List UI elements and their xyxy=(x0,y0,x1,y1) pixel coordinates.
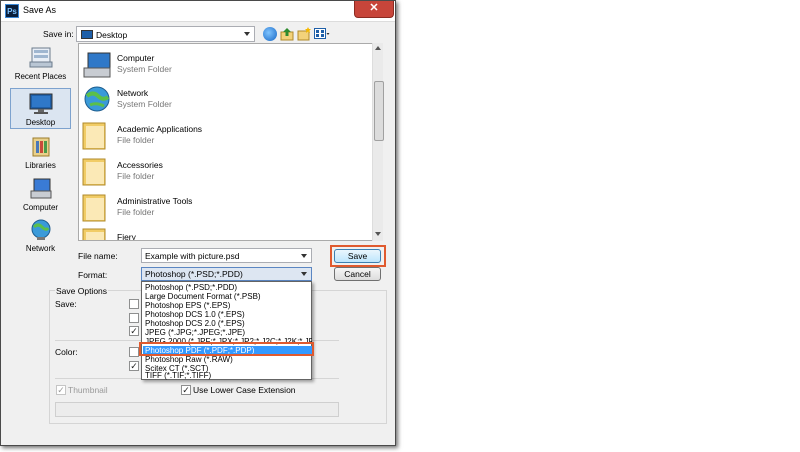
format-label: Format: xyxy=(78,270,108,280)
dialog-title: Save As xyxy=(23,5,57,15)
recent-places-icon xyxy=(29,47,52,68)
save-in-label: Save in: xyxy=(43,29,74,39)
thumbnail-checkbox[interactable]: ✓ xyxy=(56,385,66,395)
scroll-up-icon[interactable] xyxy=(375,46,381,50)
computer-icon xyxy=(30,178,51,199)
file-name-value: Example with picture.psd xyxy=(145,251,240,261)
up-folder-icon[interactable] xyxy=(280,27,294,41)
format-option[interactable]: Photoshop Raw (*.RAW) xyxy=(143,355,312,364)
save-as-dialog: Ps Save As ✕ Save in: Desktop Recent Pla… xyxy=(0,0,396,446)
color-option-checkbox[interactable] xyxy=(129,347,139,357)
save-options-heading: Save Options xyxy=(55,286,109,296)
list-item[interactable]: Accessories File folder xyxy=(82,154,372,188)
libraries-icon xyxy=(32,137,49,157)
save-label: Save: xyxy=(55,299,77,309)
color-option-checkbox[interactable]: ✓ xyxy=(129,361,139,371)
format-dropdown-list[interactable]: Photoshop (*.PSD;*.PDD) Large Document F… xyxy=(141,281,312,380)
file-name-field[interactable]: Example with picture.psd xyxy=(141,248,312,263)
place-recent-places[interactable]: Recent Places xyxy=(10,43,71,84)
folder-icon xyxy=(82,122,106,150)
warning-area xyxy=(55,402,339,417)
chevron-down-icon xyxy=(244,32,250,36)
list-item[interactable]: Fiery xyxy=(82,224,372,240)
desktop-small-icon xyxy=(81,30,93,39)
place-network[interactable]: Network xyxy=(10,215,71,256)
save-option-checkbox[interactable] xyxy=(129,299,139,309)
file-list[interactable]: Computer System Folder Network System Fo… xyxy=(78,43,383,241)
place-computer[interactable]: Computer xyxy=(10,174,71,215)
folder-icon xyxy=(82,158,106,186)
file-name-label: File name: xyxy=(78,251,118,261)
place-label: Libraries xyxy=(25,161,56,170)
file-list-scrollbar[interactable] xyxy=(372,43,384,241)
scroll-down-icon[interactable] xyxy=(375,232,381,236)
list-item[interactable]: Administrative Tools File folder xyxy=(82,190,372,224)
pdf-option-callout xyxy=(139,342,314,356)
place-label: Recent Places xyxy=(14,72,67,81)
save-option-checkbox[interactable]: ✓ xyxy=(129,326,139,336)
close-button[interactable]: ✕ xyxy=(354,1,394,18)
close-icon: ✕ xyxy=(369,2,379,14)
place-desktop[interactable]: Desktop xyxy=(10,88,71,129)
format-value: Photoshop (*.PSD;*.PDD) xyxy=(145,269,243,279)
view-menu-icon[interactable] xyxy=(314,27,330,41)
thumbnail-label: Thumbnail xyxy=(68,385,108,395)
cancel-button[interactable]: Cancel xyxy=(334,267,381,281)
save-option-checkbox[interactable] xyxy=(129,313,139,323)
title-bar: Ps Save As ✕ xyxy=(1,1,395,22)
new-folder-icon[interactable] xyxy=(297,27,311,41)
folder-icon xyxy=(82,194,106,222)
place-label: Computer xyxy=(22,203,59,212)
place-label: Desktop xyxy=(25,118,56,127)
format-option[interactable]: Photoshop (*.PSD;*.PDD) xyxy=(143,283,312,292)
photoshop-app-icon: Ps xyxy=(5,4,19,18)
computer-icon xyxy=(83,52,111,78)
format-select[interactable]: Photoshop (*.PSD;*.PDD) xyxy=(141,267,312,281)
format-option[interactable]: Large Document Format (*.PSB) xyxy=(143,292,312,301)
desktop-icon xyxy=(29,93,52,114)
network-globe-icon xyxy=(31,219,50,240)
save-button-callout xyxy=(330,245,386,267)
format-option[interactable]: Photoshop EPS (*.EPS) xyxy=(143,301,312,310)
list-item[interactable]: Academic Applications File folder xyxy=(82,118,372,152)
format-option[interactable]: Photoshop DCS 1.0 (*.EPS) xyxy=(143,310,312,319)
format-option[interactable]: TIFF (*.TIF;*.TIFF) xyxy=(143,371,312,380)
save-in-combo[interactable]: Desktop xyxy=(76,26,255,42)
network-globe-icon xyxy=(84,86,110,112)
list-item[interactable]: Computer System Folder xyxy=(82,47,372,81)
color-label: Color: xyxy=(55,347,78,357)
format-option[interactable]: Photoshop DCS 2.0 (*.EPS) xyxy=(143,319,312,328)
chevron-down-icon xyxy=(301,254,307,258)
lowercase-extension-checkbox[interactable]: ✓ xyxy=(181,385,191,395)
place-libraries[interactable]: Libraries xyxy=(10,132,71,173)
save-in-value: Desktop xyxy=(96,30,128,40)
folder-icon xyxy=(82,228,106,240)
back-icon[interactable] xyxy=(263,27,277,41)
lowercase-extension-label: Use Lower Case Extension xyxy=(193,385,296,395)
scrollbar-thumb[interactable] xyxy=(374,81,384,141)
format-option[interactable]: JPEG (*.JPG;*.JPEG;*.JPE) xyxy=(143,328,312,337)
place-label: Network xyxy=(25,244,56,253)
chevron-down-icon xyxy=(301,272,307,276)
list-item[interactable]: Network System Folder xyxy=(82,82,372,116)
places-bar: Recent Places Desktop Libraries Computer… xyxy=(10,43,71,253)
